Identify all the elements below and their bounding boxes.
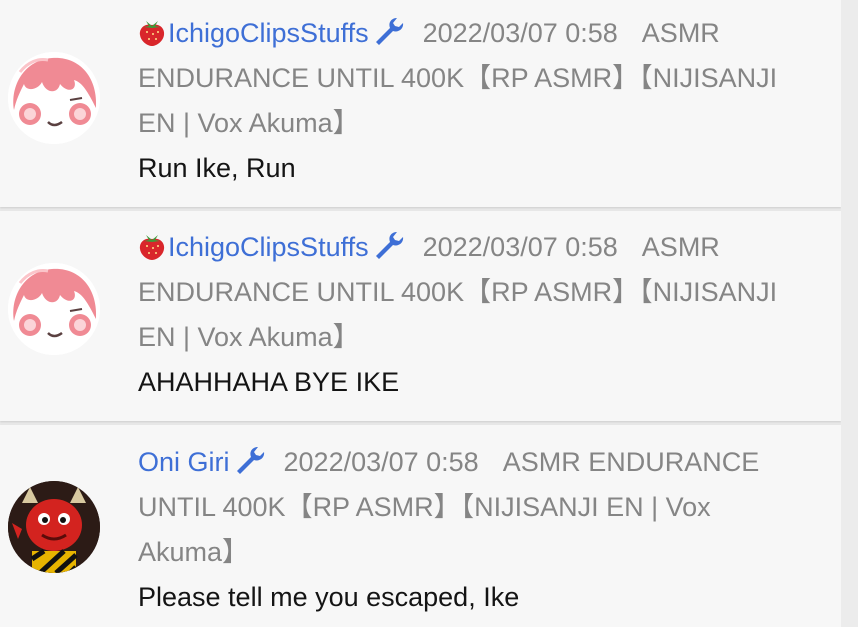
comment-message: Run Ike, Run <box>138 153 296 183</box>
wrench-icon <box>375 18 403 45</box>
red-oni-avatar-icon <box>8 481 100 573</box>
strawberry-icon <box>139 21 165 46</box>
wrench-icon <box>236 447 264 474</box>
comment-feed: IchigoClipsStuffs 2022/03/07 0:58 ASMR EN… <box>0 0 841 627</box>
comment-message: Please tell me you escaped, Ike <box>138 582 520 612</box>
wrench-icon <box>375 232 403 259</box>
comment-card: IchigoClipsStuffs 2022/03/07 0:58 ASMR EN… <box>0 211 841 421</box>
comment-content: IchigoClipsStuffs 2022/03/07 0:58 ASMR EN… <box>138 225 808 405</box>
author-name[interactable]: IchigoClipsStuffs <box>168 18 369 48</box>
avatar[interactable] <box>8 52 100 144</box>
comment-message: AHAHHAHA BYE IKE <box>138 367 400 397</box>
comment-card: Oni Giri 2022/03/07 0:58 ASMR ENDURANCE U… <box>0 425 841 627</box>
author-name[interactable]: IchigoClipsStuffs <box>168 232 369 262</box>
author-name[interactable]: Oni Giri <box>138 447 230 477</box>
comment-content: Oni Giri 2022/03/07 0:58 ASMR ENDURANCE U… <box>138 440 808 620</box>
comment-timestamp[interactable]: 2022/03/07 0:58 <box>423 18 618 48</box>
pink-haired-character-avatar-icon <box>8 263 100 355</box>
comment-card: IchigoClipsStuffs 2022/03/07 0:58 ASMR EN… <box>0 0 841 207</box>
scrollbar[interactable] <box>841 0 858 627</box>
avatar[interactable] <box>8 263 100 355</box>
avatar[interactable] <box>8 481 100 573</box>
strawberry-icon <box>139 235 165 260</box>
comment-timestamp[interactable]: 2022/03/07 0:58 <box>423 232 618 262</box>
pink-haired-character-avatar-icon <box>8 52 100 144</box>
comment-content: IchigoClipsStuffs 2022/03/07 0:58 ASMR EN… <box>138 11 808 191</box>
comment-timestamp[interactable]: 2022/03/07 0:58 <box>284 447 479 477</box>
